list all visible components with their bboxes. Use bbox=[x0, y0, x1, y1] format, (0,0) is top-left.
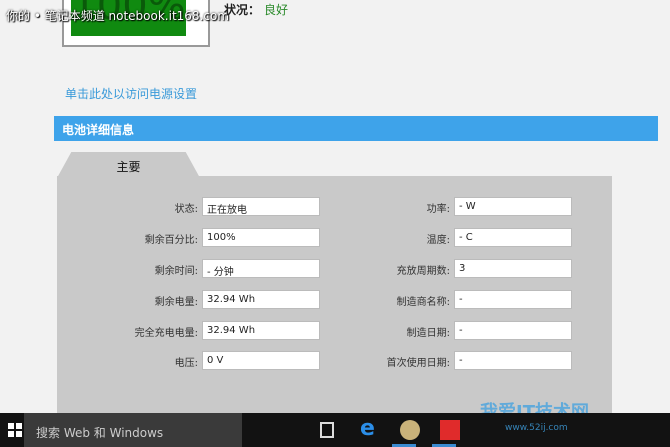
field-label: 充放周期数: bbox=[396, 266, 450, 277]
power-settings-link[interactable]: 单击此处以访问电源设置 bbox=[65, 85, 197, 102]
section-header: 电池详细信息 bbox=[54, 116, 658, 141]
field-value[interactable]: - bbox=[454, 290, 572, 309]
field-label: 制造商名称: bbox=[396, 297, 450, 308]
search-input[interactable]: 搜索 Web 和 Windows bbox=[24, 413, 242, 447]
field-label: 状态: bbox=[174, 204, 198, 215]
field-label: 温度: bbox=[426, 235, 450, 246]
field-label: 电压: bbox=[174, 358, 198, 369]
edge-icon[interactable]: e bbox=[360, 418, 380, 440]
field-label: 剩余电量: bbox=[154, 297, 198, 308]
field-label: 首次使用日期: bbox=[386, 358, 450, 369]
field-label: 功率: bbox=[426, 204, 450, 215]
field-label: 制造日期: bbox=[406, 328, 450, 339]
field-label: 剩余时间: bbox=[154, 266, 198, 277]
field-label: 剩余百分比: bbox=[144, 235, 198, 246]
field-value[interactable]: - C bbox=[454, 228, 572, 247]
field-value[interactable]: - W bbox=[454, 197, 572, 216]
field-value[interactable]: - bbox=[454, 351, 572, 370]
task-view-icon[interactable] bbox=[320, 422, 334, 438]
field-value[interactable]: - bbox=[454, 321, 572, 340]
field-value[interactable]: 3 bbox=[454, 259, 572, 278]
field-label: 完全充电电量: bbox=[134, 328, 198, 339]
paint-icon[interactable] bbox=[400, 420, 420, 440]
tab-main[interactable]: 主要 bbox=[57, 152, 200, 178]
app-icon[interactable] bbox=[440, 420, 460, 440]
windows-start-icon[interactable] bbox=[8, 423, 22, 437]
status-label: 状况： bbox=[224, 3, 261, 17]
watermark: 你的 • 笔记本频道 notebook.it168.com bbox=[6, 9, 230, 23]
site-watermark-url: www.52ij.com bbox=[505, 423, 568, 433]
taskbar: 搜索 Web 和 Windows e bbox=[0, 413, 670, 447]
status-value: 良好 bbox=[264, 3, 289, 17]
